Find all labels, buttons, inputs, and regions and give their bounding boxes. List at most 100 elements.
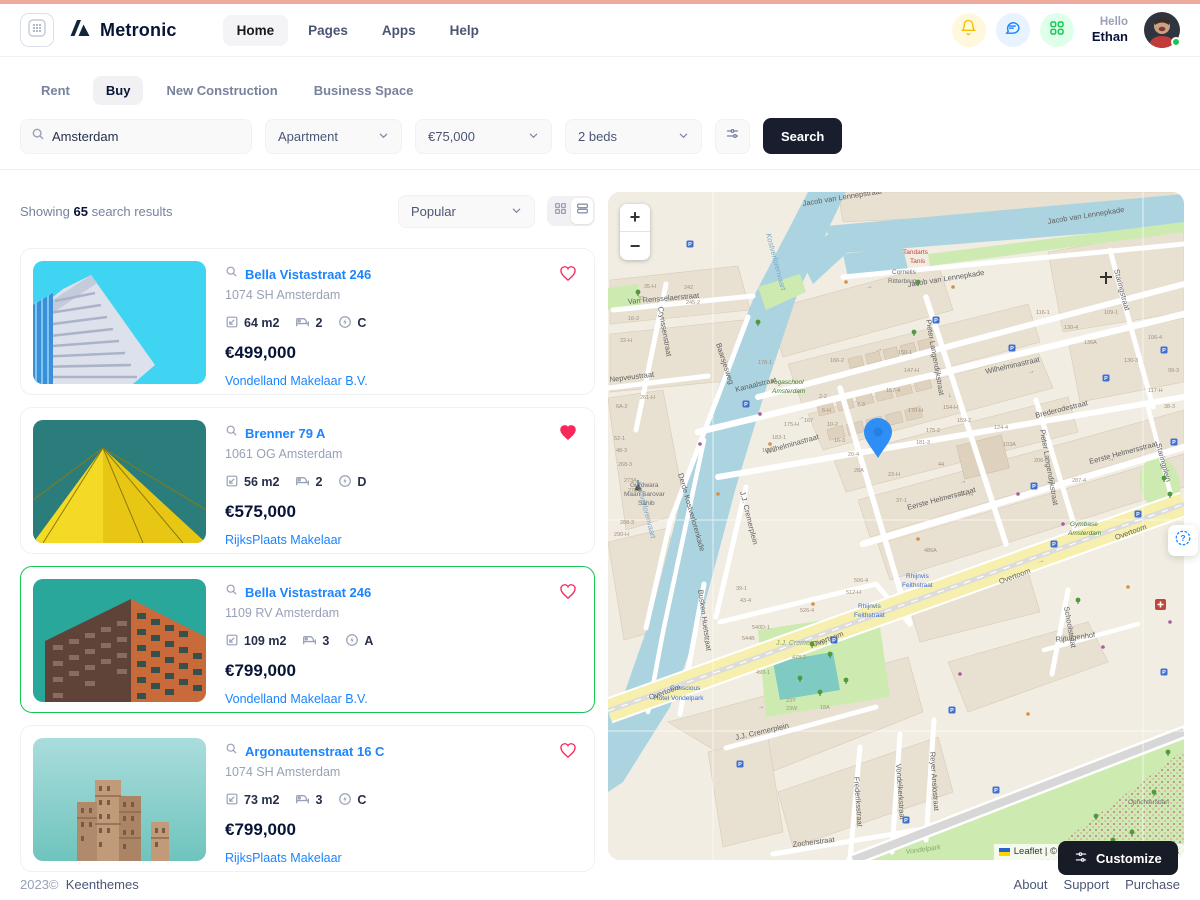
svg-text:166-2: 166-2 xyxy=(830,358,844,364)
bell-icon xyxy=(960,19,977,41)
notifications-button[interactable] xyxy=(952,13,986,47)
bed-icon xyxy=(295,314,310,332)
svg-text:117-H: 117-H xyxy=(1148,388,1163,394)
svg-text:P: P xyxy=(1104,376,1108,382)
property-title-link[interactable]: Bella Vistastraat 246 xyxy=(245,267,371,282)
svg-text:P: P xyxy=(1162,670,1166,676)
area-value: 73 m2 xyxy=(244,793,279,807)
svg-text:16-2: 16-2 xyxy=(628,316,639,322)
quick-links-button[interactable] xyxy=(1040,13,1074,47)
map[interactable]: Van RensselaerstraatNepveustraatCrynssen… xyxy=(608,192,1184,860)
svg-text:P: P xyxy=(1052,542,1056,548)
nav-help[interactable]: Help xyxy=(436,15,493,46)
svg-text:35-H: 35-H xyxy=(644,284,656,290)
energy-icon xyxy=(338,474,352,491)
results-toolbar: Showing 65 search results Popular xyxy=(20,194,595,228)
list-view-icon xyxy=(576,202,589,220)
svg-text:181-3: 181-3 xyxy=(916,440,930,446)
hospital-icon xyxy=(1155,599,1166,610)
avatar[interactable] xyxy=(1144,12,1180,48)
property-type-select[interactable]: Apartment xyxy=(265,119,402,154)
property-photo xyxy=(33,420,206,543)
tab-buy[interactable]: Buy xyxy=(93,76,144,105)
property-card[interactable]: Bella Vistastraat 246 1074 SH Amsterdam … xyxy=(20,248,595,395)
property-card[interactable]: Argonautenstraat 16 C 1074 SH Amsterdam … xyxy=(20,725,595,872)
search-icon xyxy=(31,127,45,146)
search-icon xyxy=(225,424,238,442)
favorite-button[interactable] xyxy=(558,422,578,445)
zoom-out-button[interactable]: − xyxy=(620,232,650,260)
svg-text:48-3: 48-3 xyxy=(616,448,627,454)
agent-link[interactable]: RijksPlaats Makelaar xyxy=(225,533,342,547)
svg-text:2-2: 2-2 xyxy=(819,394,827,400)
svg-text:P: P xyxy=(744,402,748,408)
favorite-button[interactable] xyxy=(558,263,578,286)
svg-text:193-1: 193-1 xyxy=(762,448,776,454)
svg-text:526-4: 526-4 xyxy=(800,608,814,614)
area-value: 109 m2 xyxy=(244,634,286,648)
logo[interactable]: Metronic xyxy=(68,16,177,45)
tab-business-space[interactable]: Business Space xyxy=(301,76,427,105)
dots-grid-icon xyxy=(28,19,46,42)
location-input[interactable] xyxy=(52,129,241,144)
copyright: 2023© Keenthemes xyxy=(20,877,139,892)
help-button[interactable]: ? xyxy=(1168,525,1198,556)
property-card[interactable]: Brenner 79 A 1061 OG Amsterdam 56 m2 2 D… xyxy=(20,407,595,554)
svg-text:103A: 103A xyxy=(1003,442,1016,448)
footer-link-support[interactable]: Support xyxy=(1064,877,1110,892)
parking-icon: P xyxy=(831,637,838,645)
search-button[interactable]: Search xyxy=(763,118,842,154)
nav-pages[interactable]: Pages xyxy=(294,15,362,46)
property-title-link[interactable]: Argonautenstraat 16 C xyxy=(245,744,384,759)
tab-new-construction[interactable]: New Construction xyxy=(153,76,290,105)
grid-view-icon xyxy=(554,202,567,220)
beds-value: 3 xyxy=(315,793,322,807)
property-title-link[interactable]: Bella Vistastraat 246 xyxy=(245,585,371,600)
svg-text:486A: 486A xyxy=(924,548,937,554)
list-view-button[interactable] xyxy=(571,198,593,224)
svg-text:Amsterdam: Amsterdam xyxy=(1067,530,1102,537)
app-header: Metronic Home Pages Apps Help Hello Etha… xyxy=(0,4,1200,57)
map-canvas[interactable]: Van RensselaerstraatNepveustraatCrynssen… xyxy=(608,192,1184,860)
chevron-down-icon xyxy=(511,204,522,219)
grid-view-button[interactable] xyxy=(549,198,571,224)
property-card[interactable]: Bella Vistastraat 246 1109 RV Amsterdam … xyxy=(20,566,595,713)
beds-select[interactable]: 2 beds xyxy=(565,119,702,154)
svg-text:Sahib: Sahib xyxy=(638,500,655,507)
nav-home[interactable]: Home xyxy=(223,15,289,46)
svg-text:P: P xyxy=(1162,348,1166,354)
customize-button[interactable]: Customize xyxy=(1058,841,1178,875)
svg-text:52-1: 52-1 xyxy=(614,436,625,442)
area-value: 64 m2 xyxy=(244,316,279,330)
zoom-in-button[interactable]: + xyxy=(620,204,650,232)
svg-text:22-H: 22-H xyxy=(620,338,632,344)
svg-text:124-4: 124-4 xyxy=(994,425,1008,431)
agent-link[interactable]: Vondelland Makelaar B.V. xyxy=(225,692,368,706)
footer-link-purchase[interactable]: Purchase xyxy=(1125,877,1180,892)
advanced-filters-button[interactable] xyxy=(715,119,750,154)
svg-text:109-1: 109-1 xyxy=(1104,310,1118,316)
svg-text:136A: 136A xyxy=(1084,340,1097,346)
favorite-button[interactable] xyxy=(558,581,578,604)
results-count-text: Showing 65 search results xyxy=(20,204,173,219)
svg-text:Tanis: Tanis xyxy=(910,258,926,265)
property-photo xyxy=(33,738,206,861)
property-price: €799,000 xyxy=(225,661,373,681)
search-icon xyxy=(225,583,238,601)
listing-type-tabs: Rent Buy New Construction Business Space xyxy=(28,76,426,105)
tab-rent[interactable]: Rent xyxy=(28,76,83,105)
greeting: Hello Ethan xyxy=(1092,15,1128,46)
favorite-button[interactable] xyxy=(558,740,578,763)
energy-icon xyxy=(338,792,352,809)
nav-apps[interactable]: Apps xyxy=(368,15,430,46)
apps-grid-button[interactable] xyxy=(20,13,54,47)
footer-link-about[interactable]: About xyxy=(1014,877,1048,892)
property-title-link[interactable]: Brenner 79 A xyxy=(245,426,325,441)
chat-button[interactable] xyxy=(996,13,1030,47)
sort-select[interactable]: Popular xyxy=(398,195,535,228)
agent-link[interactable]: RijksPlaats Makelaar xyxy=(225,851,342,865)
agent-link[interactable]: Vondelland Makelaar B.V. xyxy=(225,374,368,388)
price-select[interactable]: €75,000 xyxy=(415,119,552,154)
location-search-field[interactable] xyxy=(20,119,252,154)
property-price: €499,000 xyxy=(225,343,371,363)
